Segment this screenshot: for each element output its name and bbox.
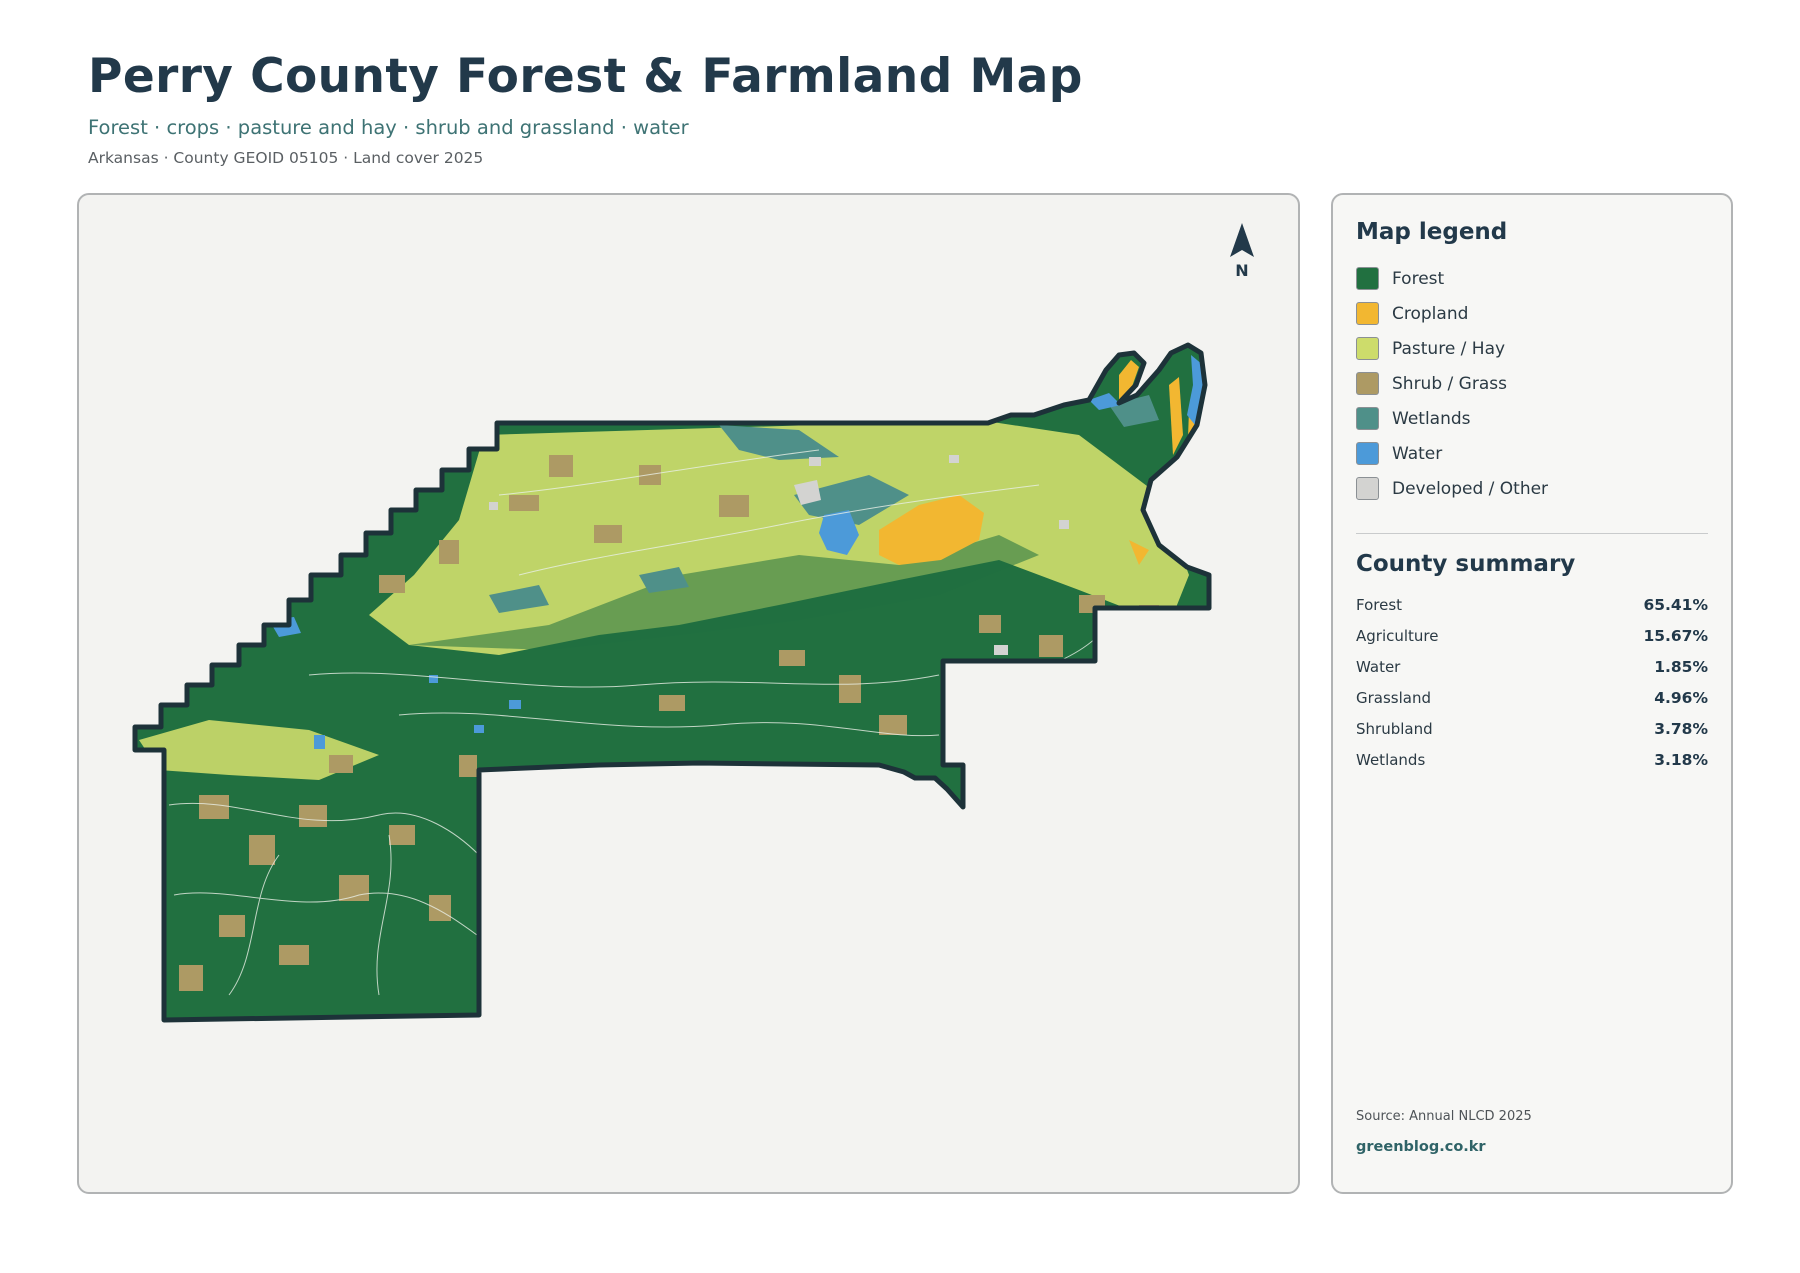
section-divider bbox=[1356, 533, 1708, 534]
legend-swatch-wetlands bbox=[1356, 407, 1379, 430]
legend-label: Forest bbox=[1392, 268, 1445, 289]
north-arrow: N bbox=[1226, 223, 1258, 280]
source-note: Source: Annual NLCD 2025 bbox=[1356, 1109, 1532, 1124]
side-panel: Map legend Forest Cropland Pasture / Hay… bbox=[1331, 193, 1733, 1194]
summary-value: 65.41% bbox=[1643, 595, 1708, 614]
page-header: Perry County Forest & Farmland Map Fores… bbox=[88, 44, 1083, 169]
summary-value: 4.96% bbox=[1654, 688, 1708, 707]
legend-item: Developed / Other bbox=[1356, 471, 1708, 506]
map-panel: N bbox=[77, 193, 1300, 1194]
summary-row: Agriculture 15.67% bbox=[1356, 620, 1708, 651]
legend-label: Water bbox=[1392, 443, 1443, 464]
legend-label: Developed / Other bbox=[1392, 478, 1549, 499]
land-cover-layer bbox=[135, 345, 1209, 1020]
north-label: N bbox=[1235, 261, 1249, 280]
summary-value: 1.85% bbox=[1654, 657, 1708, 676]
summary-name: Water bbox=[1356, 657, 1401, 676]
summary-value: 15.67% bbox=[1643, 626, 1708, 645]
summary-value: 3.18% bbox=[1654, 750, 1708, 769]
summary-name: Grassland bbox=[1356, 688, 1431, 707]
legend-label: Pasture / Hay bbox=[1392, 338, 1506, 359]
page-subtitle: Forest · crops · pasture and hay · shrub… bbox=[88, 116, 689, 139]
summary-row: Wetlands 3.18% bbox=[1356, 744, 1708, 775]
legend-item: Forest bbox=[1356, 261, 1708, 296]
page-meta: Arkansas · County GEOID 05105 · Land cov… bbox=[88, 149, 484, 167]
summary-value: 3.78% bbox=[1654, 719, 1708, 738]
legend-swatch-water bbox=[1356, 442, 1379, 465]
summary-row: Water 1.85% bbox=[1356, 651, 1708, 682]
legend-item: Wetlands bbox=[1356, 401, 1708, 436]
summary-name: Agriculture bbox=[1356, 626, 1439, 645]
legend-item: Pasture / Hay bbox=[1356, 331, 1708, 366]
site-link[interactable]: greenblog.co.kr bbox=[1356, 1139, 1486, 1155]
legend-list: Forest Cropland Pasture / Hay Shrub / Gr… bbox=[1356, 261, 1708, 506]
legend-label: Cropland bbox=[1392, 303, 1469, 324]
summary-heading: County summary bbox=[1356, 551, 1576, 577]
summary-name: Wetlands bbox=[1356, 750, 1426, 769]
legend-label: Wetlands bbox=[1392, 408, 1471, 429]
page-title: Perry County Forest & Farmland Map bbox=[88, 49, 1083, 104]
legend-swatch-developed bbox=[1356, 477, 1379, 500]
summary-name: Shrubland bbox=[1356, 719, 1433, 738]
legend-item: Shrub / Grass bbox=[1356, 366, 1708, 401]
legend-item: Water bbox=[1356, 436, 1708, 471]
summary-name: Forest bbox=[1356, 595, 1403, 614]
legend-swatch-cropland bbox=[1356, 302, 1379, 325]
legend-swatch-pasture bbox=[1356, 337, 1379, 360]
legend-item: Cropland bbox=[1356, 296, 1708, 331]
north-arrow-icon bbox=[1230, 223, 1254, 257]
legend-swatch-forest bbox=[1356, 267, 1379, 290]
summary-row: Shrubland 3.78% bbox=[1356, 713, 1708, 744]
summary-table: Forest 65.41% Agriculture 15.67% Water 1.85… bbox=[1356, 589, 1708, 775]
summary-row: Grassland 4.96% bbox=[1356, 682, 1708, 713]
county-map bbox=[132, 342, 1212, 1023]
legend-swatch-shrub bbox=[1356, 372, 1379, 395]
legend-heading: Map legend bbox=[1356, 219, 1508, 245]
summary-row: Forest 65.41% bbox=[1356, 589, 1708, 620]
legend-label: Shrub / Grass bbox=[1392, 373, 1507, 394]
